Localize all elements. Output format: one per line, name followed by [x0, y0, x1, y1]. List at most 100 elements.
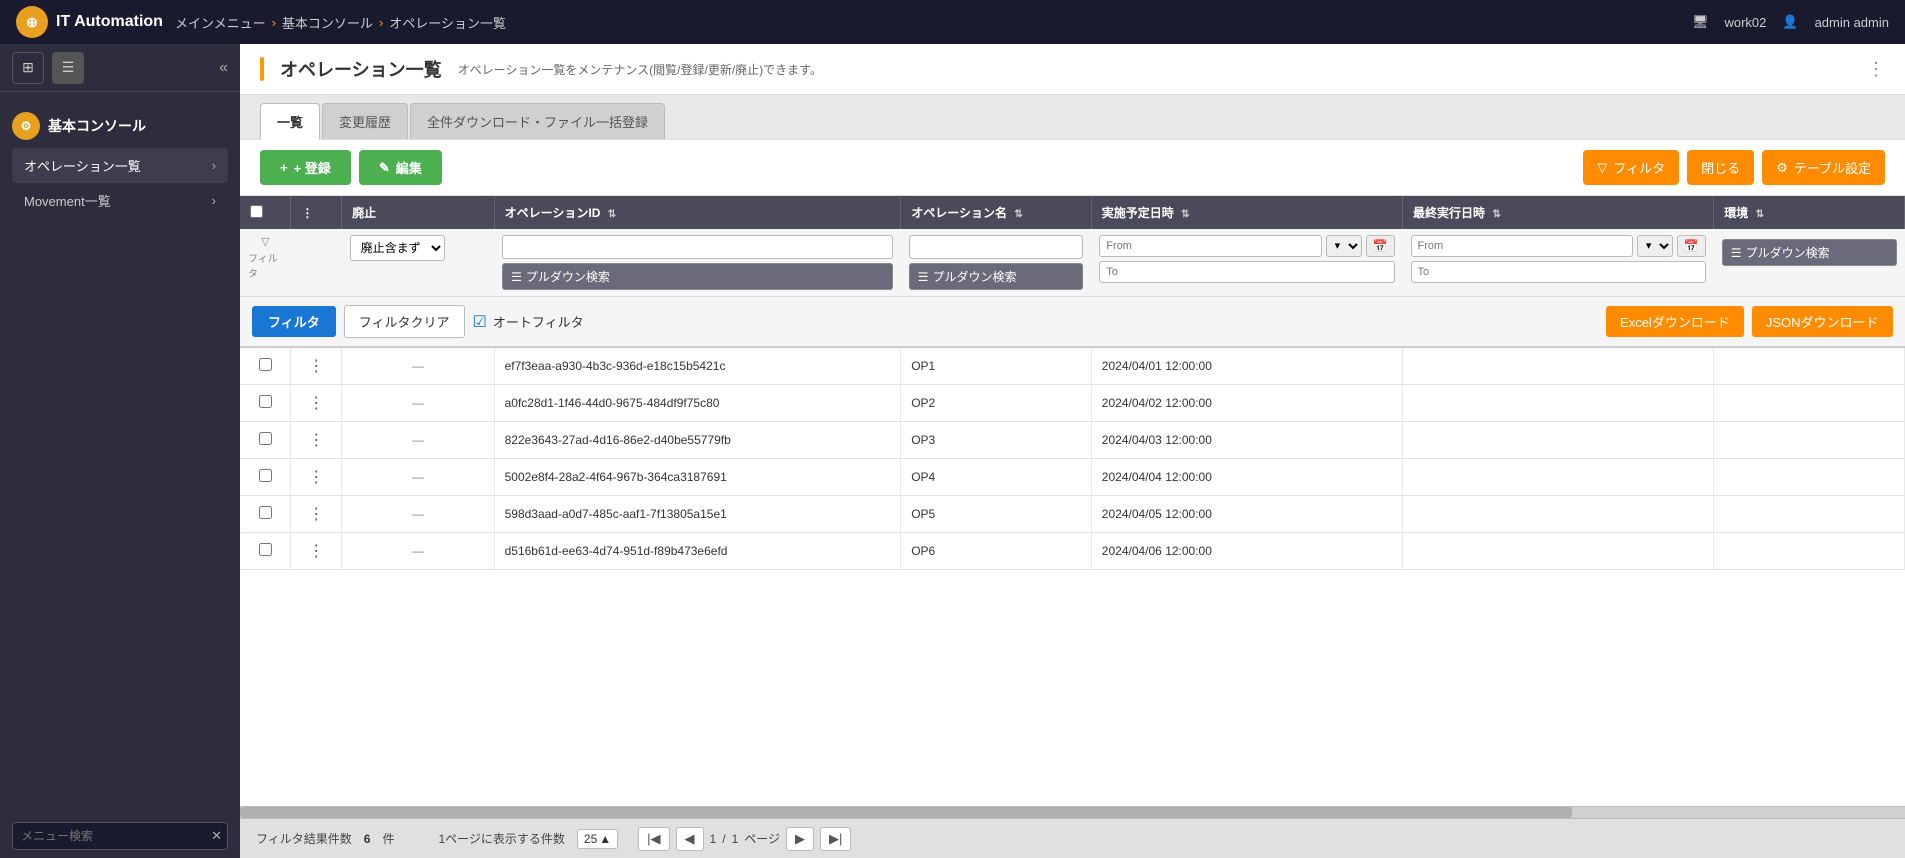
pagination-next-button[interactable]: ▶	[786, 827, 814, 851]
row-actions-dots[interactable]: ⋮	[308, 506, 324, 523]
lastexec-to-input[interactable]	[1411, 261, 1706, 283]
row-actions-cell[interactable]: ⋮	[291, 496, 342, 533]
sidebar-grid-icon[interactable]: ⊞	[12, 52, 44, 84]
row-checkbox[interactable]	[259, 506, 272, 519]
row-actions-dots[interactable]: ⋮	[308, 543, 324, 560]
discard-filter-select[interactable]: 廃止含まず 含む 廃止のみ	[350, 235, 445, 261]
breadcrumb-item-1[interactable]: 基本コンソール	[282, 13, 373, 32]
more-options-button[interactable]: ⋮	[1867, 59, 1885, 79]
row-actions-cell[interactable]: ⋮	[291, 459, 342, 496]
row-actions-cell[interactable]: ⋮	[291, 347, 342, 385]
id-filter-input[interactable]	[502, 235, 893, 259]
edit-label: 編集	[396, 158, 422, 177]
th-schedule-label: 実施予定日時	[1102, 206, 1174, 220]
row-checkbox[interactable]	[259, 432, 272, 445]
edit-icon: ✎	[379, 160, 390, 176]
select-all-checkbox[interactable]	[250, 205, 263, 218]
schedule-from-input[interactable]	[1099, 235, 1321, 257]
dropdown-search-label-env: プルダウン検索	[1746, 244, 1830, 261]
breadcrumb-item-2[interactable]: オペレーション一覧	[389, 13, 506, 32]
th-schedule-sort-icon: ⇅	[1181, 209, 1189, 220]
perpage-select[interactable]: 25 ▲	[577, 829, 618, 849]
row-schedule-value: 2024/04/03 12:00:00	[1102, 433, 1212, 447]
json-download-button[interactable]: JSONダウンロード	[1752, 306, 1893, 337]
name-filter-input[interactable]	[909, 235, 1084, 259]
breadcrumb-sep-0: ›	[272, 15, 276, 30]
filter-clear-button[interactable]: フィルタクリア	[344, 305, 465, 338]
schedule-to-input[interactable]	[1099, 261, 1394, 283]
table-row: ⋮ — a0fc28d1-1f46-44d0-9675-484df9f75c80…	[240, 385, 1905, 422]
filter-cell-schedule: ▾ 📅	[1091, 229, 1402, 297]
filter-apply-button[interactable]: フィルタ	[252, 306, 336, 337]
sidebar-list-icon[interactable]: ☰	[52, 52, 84, 84]
lastexec-from-select[interactable]: ▾	[1637, 235, 1673, 257]
lastexec-from-input[interactable]	[1411, 235, 1633, 257]
pagination-prev-button[interactable]: ◀	[676, 827, 704, 851]
dropdown-search-label-name: プルダウン検索	[932, 268, 1016, 285]
pagination-first-button[interactable]: |◀	[638, 827, 669, 851]
sidebar-search-area: ✕	[12, 822, 228, 850]
edit-button[interactable]: ✎ 編集	[359, 150, 442, 185]
sidebar-search-input[interactable]	[12, 822, 228, 850]
row-checkbox-cell[interactable]	[240, 496, 291, 533]
page-title: オペレーション一覧	[280, 56, 442, 82]
row-actions-dots[interactable]: ⋮	[308, 432, 324, 449]
actions-header-icon: ⋮	[301, 206, 313, 220]
tab-download[interactable]: 全件ダウンロード・ファイル一括登録	[410, 103, 665, 139]
schedule-from-select[interactable]: ▾	[1326, 235, 1362, 257]
filter-result-count: 6	[364, 832, 371, 846]
row-checkbox-cell[interactable]	[240, 459, 291, 496]
filter-cell-env: ☰ プルダウン検索	[1714, 229, 1905, 297]
table-settings-button[interactable]: ⚙ テーブル設定	[1762, 150, 1885, 185]
row-actions-cell[interactable]: ⋮	[291, 422, 342, 459]
row-checkbox-cell[interactable]	[240, 533, 291, 570]
row-actions-cell[interactable]: ⋮	[291, 385, 342, 422]
pagination-last-button[interactable]: ▶|	[820, 827, 851, 851]
scroll-thumb[interactable]	[240, 807, 1572, 818]
row-actions-dots[interactable]: ⋮	[308, 469, 324, 486]
register-button[interactable]: + + 登録	[260, 150, 351, 185]
row-checkbox-cell[interactable]	[240, 385, 291, 422]
id-dropdown-search-button[interactable]: ☰ プルダウン検索	[502, 263, 893, 290]
row-checkbox-cell[interactable]	[240, 422, 291, 459]
schedule-from-row: ▾ 📅	[1099, 235, 1394, 257]
filter-result-unit: 件	[382, 830, 394, 847]
filter-icon: ▽	[1597, 160, 1607, 176]
th-select-all[interactable]	[240, 196, 291, 229]
th-operation-id[interactable]: オペレーションID ⇅	[494, 196, 901, 229]
schedule-from-calendar-button[interactable]: 📅	[1366, 235, 1395, 257]
schedule-to-row	[1099, 261, 1394, 283]
th-env-label: 環境	[1724, 206, 1748, 220]
row-checkbox-cell[interactable]	[240, 347, 291, 385]
th-schedule[interactable]: 実施予定日時 ⇅	[1091, 196, 1402, 229]
dropdown-search-label-id: プルダウン検索	[526, 268, 610, 285]
row-actions-dots[interactable]: ⋮	[308, 395, 324, 412]
th-operation-name[interactable]: オペレーション名 ⇅	[901, 196, 1092, 229]
name-dropdown-search-button[interactable]: ☰ プルダウン検索	[909, 263, 1084, 290]
tab-list[interactable]: 一覧	[260, 103, 320, 140]
row-checkbox[interactable]	[259, 358, 272, 371]
row-checkbox[interactable]	[259, 395, 272, 408]
excel-download-button[interactable]: Excelダウンロード	[1606, 306, 1744, 337]
sidebar-item-label-0: オペレーション一覧	[24, 156, 141, 175]
row-checkbox[interactable]	[259, 543, 272, 556]
row-actions-cell[interactable]: ⋮	[291, 533, 342, 570]
row-checkbox[interactable]	[259, 469, 272, 482]
filter-close-button[interactable]: 閉じる	[1687, 150, 1754, 185]
sidebar-search-clear-icon[interactable]: ✕	[211, 828, 222, 844]
sidebar-item-movement[interactable]: Movement一覧 ›	[12, 183, 228, 218]
th-lastexec[interactable]: 最終実行日時 ⇅	[1403, 196, 1714, 229]
sidebar-item-operations[interactable]: オペレーション一覧 ›	[12, 148, 228, 183]
lastexec-from-calendar-button[interactable]: 📅	[1677, 235, 1706, 257]
env-dropdown-search-button[interactable]: ☰ プルダウン検索	[1722, 239, 1897, 266]
sidebar-collapse-button[interactable]: «	[219, 59, 228, 77]
filter-button[interactable]: ▽ フィルタ	[1583, 150, 1679, 185]
row-actions-dots[interactable]: ⋮	[308, 358, 324, 375]
perpage-label: 1ページに表示する件数	[438, 830, 564, 847]
horizontal-scrollbar[interactable]	[240, 806, 1905, 818]
row-schedule-cell: 2024/04/03 12:00:00	[1091, 422, 1402, 459]
auto-filter-label[interactable]: ☑ オートフィルタ	[473, 312, 584, 332]
tab-history[interactable]: 変更履歴	[322, 103, 408, 139]
breadcrumb-item-0[interactable]: メインメニュー	[175, 13, 266, 32]
th-env[interactable]: 環境 ⇅	[1714, 196, 1905, 229]
